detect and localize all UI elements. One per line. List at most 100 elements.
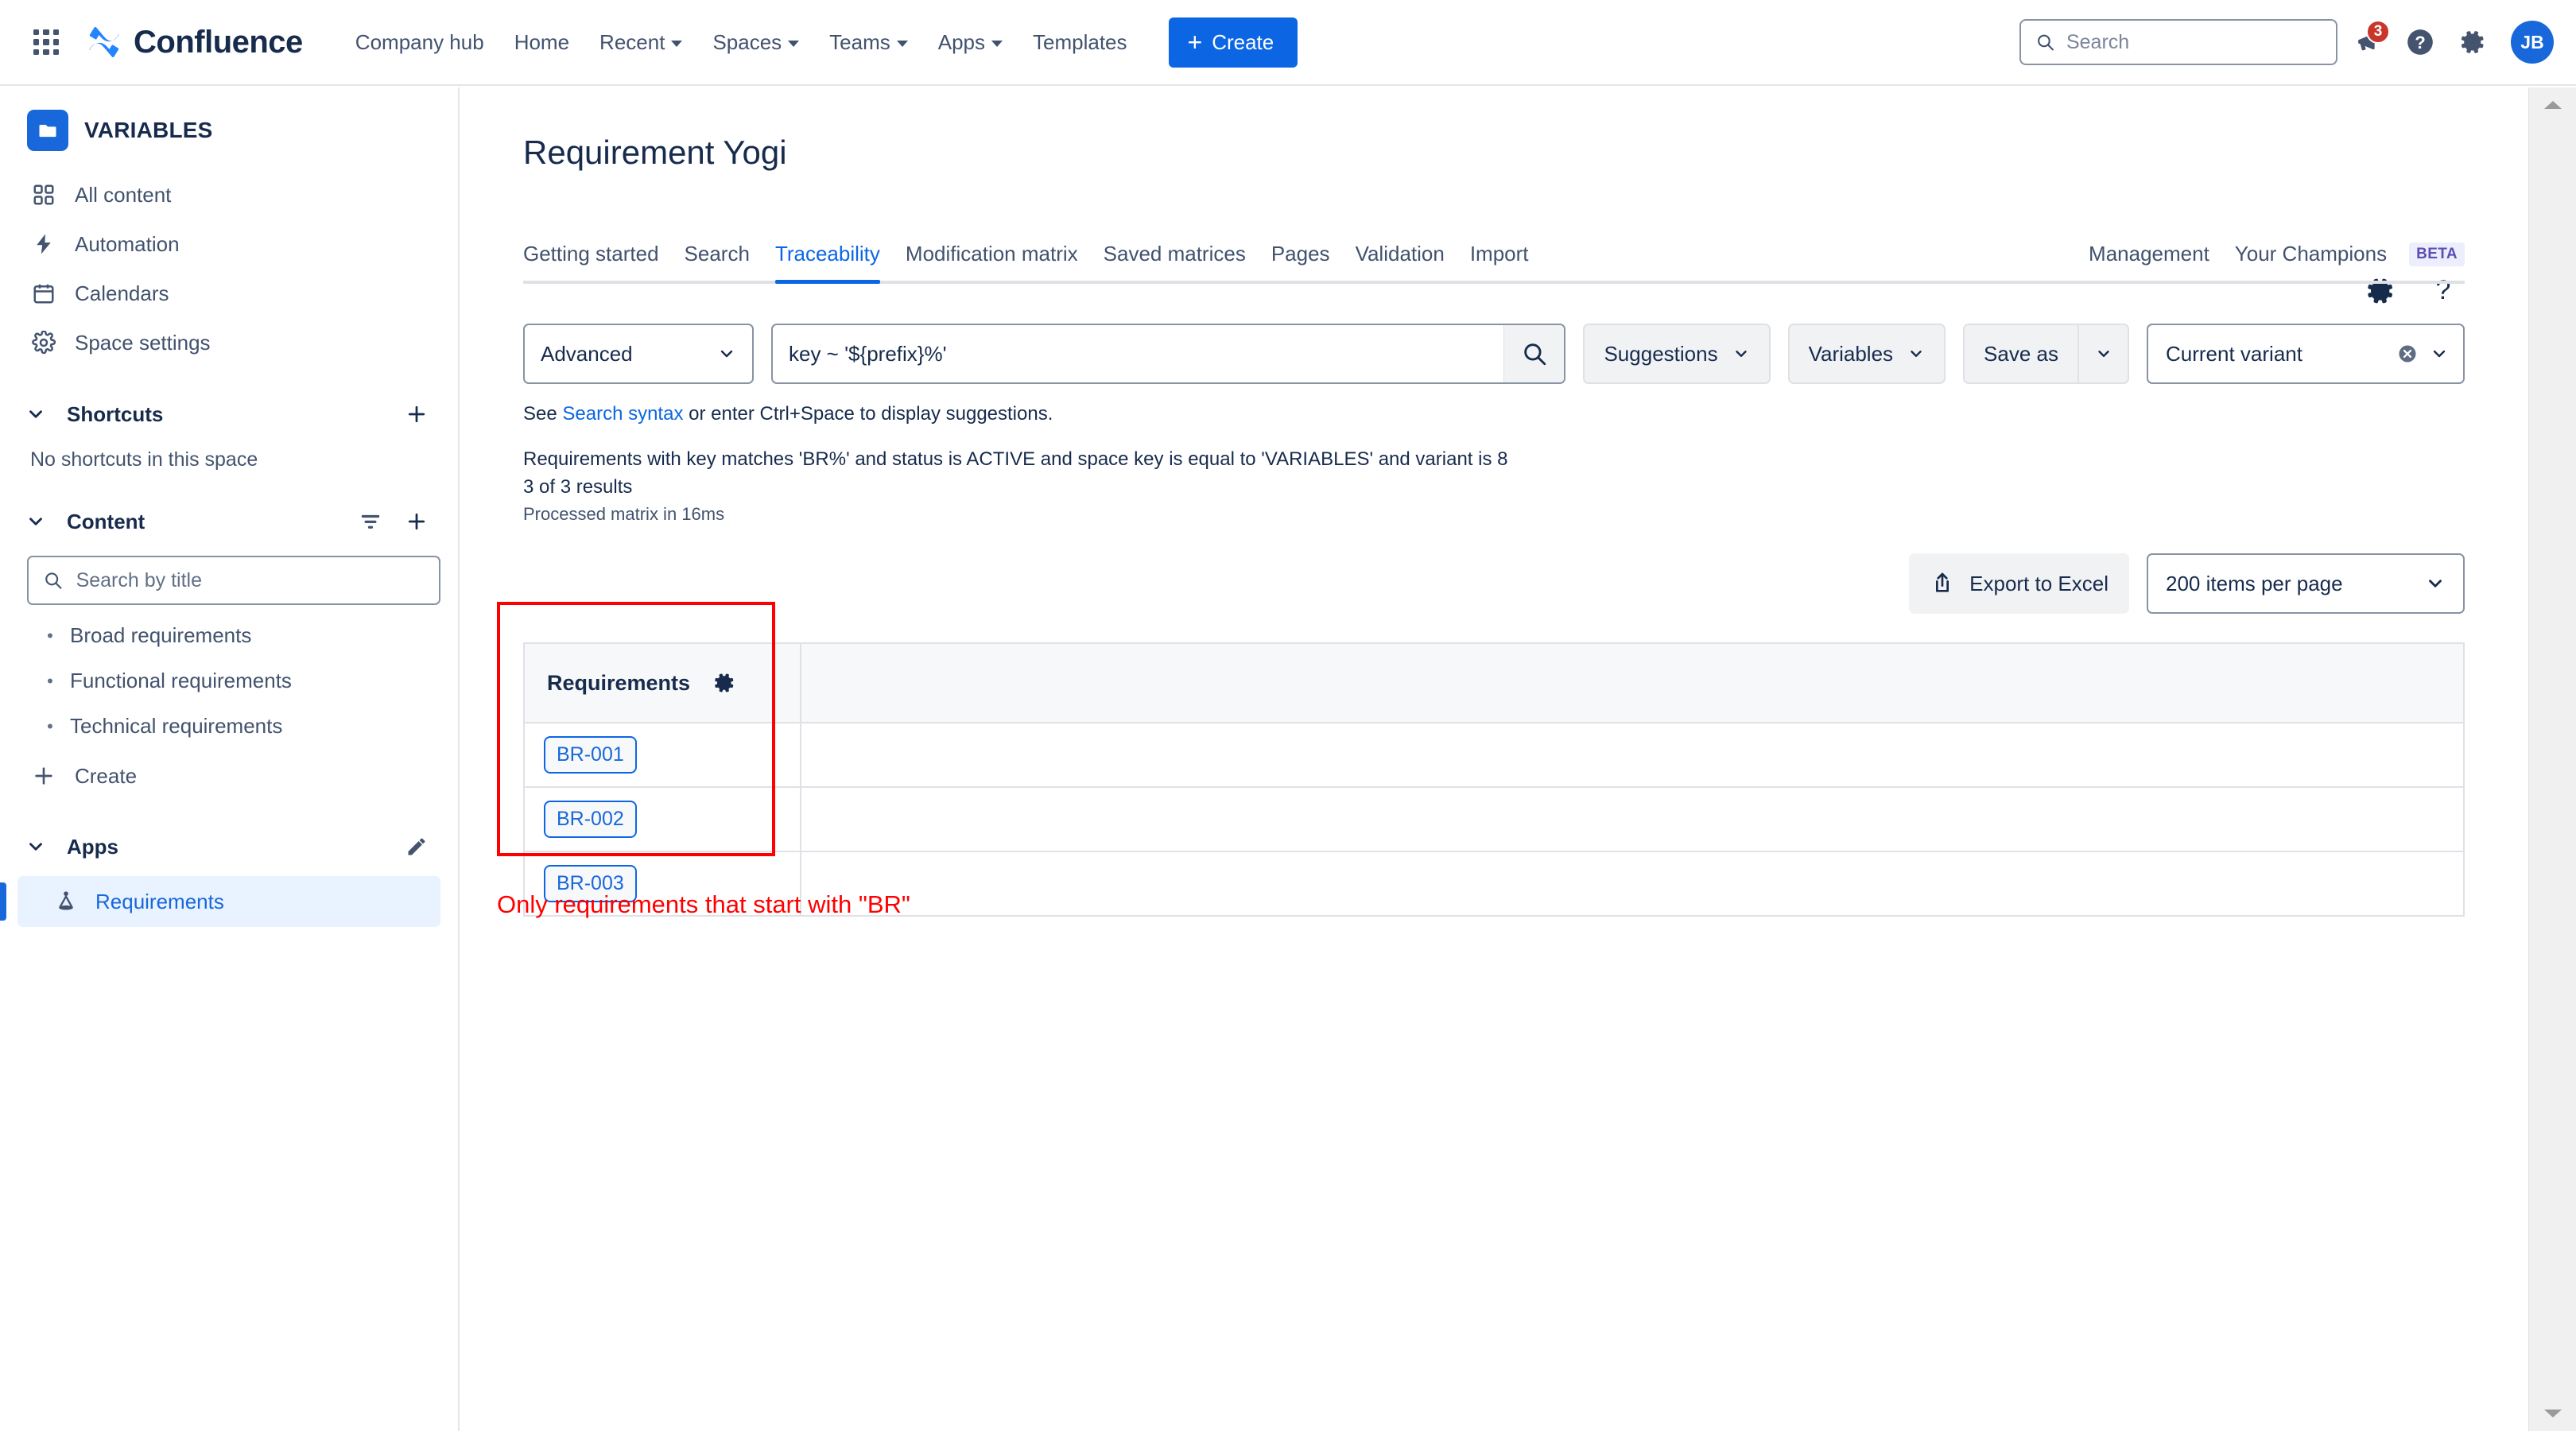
cell-requirement: BR-002 <box>524 787 801 851</box>
column-settings-gear-icon[interactable] <box>706 665 743 701</box>
annotation-caption: Only requirements that start with "BR" <box>497 890 910 919</box>
space-header[interactable]: VARIABLES <box>0 87 458 162</box>
nav-item-company-hub[interactable]: Company hub <box>343 21 497 64</box>
shortcuts-actions <box>399 397 434 432</box>
global-search-box[interactable] <box>2019 19 2337 65</box>
list-item[interactable]: • Functional requirements <box>17 658 440 704</box>
query-input-wrapper[interactable] <box>771 324 1565 384</box>
column-header-requirements: Requirements <box>524 643 801 723</box>
grid-apps-icon[interactable] <box>25 21 67 63</box>
add-shortcut-button[interactable] <box>399 397 434 432</box>
content-filter-button[interactable] <box>353 504 388 539</box>
nav-item-teams[interactable]: Teams <box>817 21 921 64</box>
tab-label: Your Champions <box>2235 242 2387 266</box>
tab-your-champions[interactable]: Your Champions <box>2222 234 2399 281</box>
tab-traceability[interactable]: Traceability <box>762 234 893 281</box>
export-to-excel-button[interactable]: Export to Excel <box>1909 553 2129 614</box>
cell-requirement: BR-001 <box>524 723 801 787</box>
shortcuts-collapse-toggle[interactable] <box>17 396 54 432</box>
edit-apps-button[interactable] <box>399 829 434 864</box>
content-title[interactable]: Content <box>67 510 145 534</box>
create-button-label: Create <box>1212 30 1274 55</box>
apps-actions <box>399 829 434 864</box>
sidebar-item-automation[interactable]: Automation <box>17 219 440 269</box>
sidebar-create-page-button[interactable]: Create <box>17 752 440 800</box>
help-question-icon: ? <box>2405 27 2435 57</box>
query-input[interactable] <box>773 325 1503 382</box>
tab-management[interactable]: Management <box>2089 234 2222 281</box>
apps-collapse-toggle[interactable] <box>17 828 54 865</box>
filter-icon <box>359 510 382 533</box>
sidebar-item-all-content[interactable]: All content <box>17 170 440 219</box>
scroll-up-arrow[interactable] <box>2529 87 2576 122</box>
clear-circle-icon[interactable] <box>2396 343 2419 365</box>
nav-item-recent[interactable]: Recent <box>587 21 695 64</box>
suggestions-button[interactable]: Suggestions <box>1583 324 1770 384</box>
save-as-dropdown-toggle[interactable] <box>2078 324 2129 384</box>
sidebar-item-requirements[interactable]: Requirements <box>17 876 440 927</box>
tab-modification-matrix[interactable]: Modification matrix <box>893 234 1091 281</box>
sidebar-create-label: Create <box>75 764 137 789</box>
tab-import[interactable]: Import <box>1457 234 1542 281</box>
chevron-down-icon <box>2425 573 2446 594</box>
nav-label: Company hub <box>355 30 484 55</box>
variables-label: Variables <box>1809 342 1893 366</box>
variant-select[interactable]: Current variant <box>2147 324 2465 384</box>
chevron-down-icon <box>991 41 1003 47</box>
nav-item-spaces[interactable]: Spaces <box>700 21 812 64</box>
run-query-button[interactable] <box>1503 325 1564 382</box>
sidebar-item-space-settings[interactable]: Space settings <box>17 318 440 367</box>
list-item[interactable]: • Broad requirements <box>17 613 440 658</box>
tab-saved-matrices[interactable]: Saved matrices <box>1091 234 1259 281</box>
result-description: Requirements with key matches 'BR%' and … <box>523 446 2465 474</box>
content-search-input[interactable] <box>76 569 425 592</box>
lightning-bolt-icon <box>30 231 57 258</box>
tab-validation[interactable]: Validation <box>1343 234 1457 281</box>
beta-badge: BETA <box>2409 242 2465 266</box>
search-syntax-link[interactable]: Search syntax <box>562 403 683 425</box>
requirement-chip[interactable]: BR-002 <box>544 801 637 838</box>
confluence-home-link[interactable]: Confluence <box>86 24 303 60</box>
chevron-down-icon <box>671 41 682 47</box>
cell-empty <box>801 723 2464 787</box>
settings-button[interactable] <box>2450 20 2495 64</box>
help-button[interactable]: ? <box>2398 20 2442 64</box>
scroll-down-arrow[interactable] <box>2529 1396 2576 1431</box>
user-avatar[interactable]: JB <box>2511 21 2554 64</box>
plus-icon <box>30 762 57 789</box>
tab-label: Traceability <box>775 242 880 266</box>
confluence-logo-icon <box>86 24 122 60</box>
shortcuts-section-header: Shortcuts <box>0 385 458 444</box>
requirement-chip[interactable]: BR-001 <box>544 736 637 774</box>
pencil-icon <box>405 836 428 858</box>
nav-item-home[interactable]: Home <box>502 21 582 64</box>
variant-label: Current variant <box>2166 342 2385 366</box>
tab-getting-started[interactable]: Getting started <box>523 234 672 281</box>
add-content-button[interactable] <box>399 504 434 539</box>
page-size-select[interactable]: 200 items per page <box>2147 553 2465 614</box>
shortcuts-title[interactable]: Shortcuts <box>67 402 163 427</box>
content-search-box[interactable] <box>27 556 440 605</box>
tab-search[interactable]: Search <box>672 234 762 281</box>
nav-label: Templates <box>1033 30 1127 55</box>
page-scrollbar[interactable] <box>2528 87 2576 1431</box>
content-collapse-toggle[interactable] <box>17 503 54 540</box>
query-mode-select[interactable]: Advanced <box>523 324 754 384</box>
global-search-input[interactable] <box>2066 31 2322 54</box>
create-button[interactable]: + Create <box>1169 17 1298 68</box>
tab-pages[interactable]: Pages <box>1259 234 1343 281</box>
folder-icon <box>37 119 59 142</box>
list-item[interactable]: • Technical requirements <box>17 704 440 749</box>
result-meta: Requirements with key matches 'BR%' and … <box>523 446 2465 526</box>
nav-item-templates[interactable]: Templates <box>1020 21 1140 64</box>
tab-label: Pages <box>1271 242 1330 266</box>
table-row: BR-002 <box>524 787 2464 851</box>
chevron-down-icon <box>1907 345 1925 363</box>
upload-share-icon <box>1930 571 1955 596</box>
sidebar-item-calendars[interactable]: Calendars <box>17 269 440 318</box>
save-as-button[interactable]: Save as <box>1963 324 2078 384</box>
variables-button[interactable]: Variables <box>1788 324 1946 384</box>
notifications-button[interactable]: 3 <box>2345 20 2390 64</box>
nav-item-apps[interactable]: Apps <box>925 21 1015 64</box>
apps-title[interactable]: Apps <box>67 835 118 859</box>
